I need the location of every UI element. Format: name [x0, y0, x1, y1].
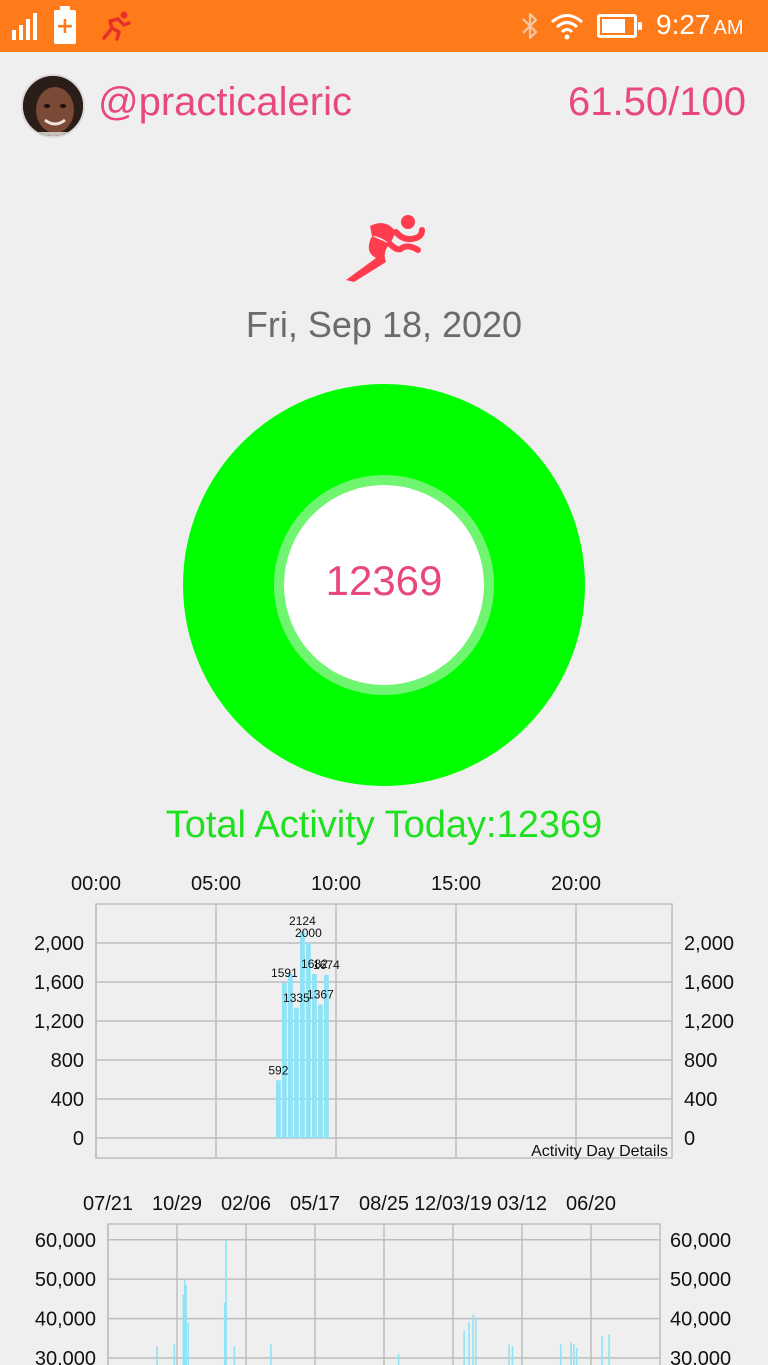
- x-tick-label: 15:00: [431, 873, 481, 895]
- activity-date: Fri, Sep 18, 2020: [245, 304, 523, 345]
- running-icon: [346, 215, 425, 282]
- running-app-icon: [102, 11, 131, 41]
- x-tick-label: 12/03/19: [414, 1193, 492, 1215]
- bar: [173, 1344, 176, 1365]
- bar-value-label: 1591: [271, 966, 298, 980]
- bar: [475, 1316, 477, 1365]
- bar: [508, 1344, 510, 1365]
- y-tick-label-left: 1,200: [34, 1011, 84, 1033]
- clock-time: 9:27: [656, 9, 711, 40]
- username[interactable]: @practicaleric: [98, 80, 352, 125]
- y-tick-label-left: 800: [51, 1050, 84, 1072]
- bar: [156, 1346, 158, 1365]
- y-tick-label-right: 0: [684, 1128, 695, 1150]
- signal-icon: [12, 13, 37, 40]
- bar: [187, 1322, 189, 1365]
- avatar-image: [23, 76, 83, 136]
- ring-center: 12369: [274, 475, 494, 695]
- status-bar: + 9:27 AM: [0, 0, 768, 52]
- bar: [183, 1279, 186, 1365]
- bar-value-label: 592: [268, 1063, 288, 1077]
- bar-value-label: 1367: [307, 988, 334, 1002]
- bar: [223, 1302, 226, 1365]
- ring-value: 12369: [325, 557, 443, 604]
- y-tick-label-left: 400: [51, 1089, 84, 1111]
- y-tick-label-right: 60,000: [670, 1230, 731, 1252]
- bar-value-label: 2000: [295, 926, 322, 940]
- total-activity-label: Total Activity Today:12369: [165, 804, 603, 846]
- bar-value-label: 1335: [283, 991, 310, 1005]
- bar: [397, 1354, 400, 1365]
- bar: [463, 1330, 465, 1365]
- clock-ampm: AM: [713, 17, 744, 39]
- bar: [472, 1314, 474, 1365]
- bar: [294, 1007, 299, 1138]
- bar: [575, 1348, 578, 1365]
- y-tick-label-right: 2,000: [684, 933, 734, 955]
- x-tick-label: 07/21: [83, 1193, 133, 1215]
- activity-ring: 12369: [183, 384, 585, 786]
- wifi-icon: [551, 14, 583, 40]
- bar: [601, 1336, 603, 1365]
- bar: [511, 1346, 514, 1365]
- history-chart-svg: 07/21 10/29 02/06 05/17 08/25 12/03/19 03/12 06…: [35, 1193, 731, 1365]
- history-activity-chart: 07/21 10/29 02/06 05/17 08/25 12/03/19 03/12 06…: [0, 1182, 768, 1365]
- x-tick-label: 10/29: [152, 1193, 202, 1215]
- x-tick-label: 06/20: [566, 1193, 616, 1215]
- y-tick-label-left: 50,000: [35, 1269, 96, 1291]
- y-tick-label-right: 800: [684, 1050, 717, 1072]
- y-tick-label-left: 30,000: [35, 1348, 96, 1365]
- battery-icon: [597, 14, 642, 38]
- x-tick-label: 00:00: [71, 873, 121, 895]
- bar: [233, 1346, 236, 1365]
- battery-charging-icon: +: [54, 6, 76, 44]
- y-tick-label-right: 40,000: [670, 1309, 731, 1331]
- chart-title: Activity Day Details: [531, 1143, 668, 1160]
- x-tick-label: 03/12: [497, 1193, 547, 1215]
- x-tick-label: 08/25: [359, 1193, 409, 1215]
- x-tick-label: 02/06: [221, 1193, 271, 1215]
- bar-value-label: 1674: [313, 958, 340, 972]
- bar: [608, 1334, 610, 1365]
- bar: [559, 1344, 562, 1365]
- bar: [468, 1322, 470, 1365]
- x-tick-label: 20:00: [551, 873, 601, 895]
- y-tick-label-right: 50,000: [670, 1269, 731, 1291]
- chart-frame: [95, 903, 673, 1159]
- bar: [270, 1344, 272, 1365]
- y-tick-label-left: 1,600: [34, 972, 84, 994]
- bar: [185, 1285, 187, 1365]
- x-tick-label: 10:00: [311, 873, 361, 895]
- score: 61.50/100: [568, 80, 746, 124]
- y-tick-label-right: 1,600: [684, 972, 734, 994]
- bluetooth-icon: [522, 12, 538, 40]
- y-tick-label-left: 2,000: [34, 933, 84, 955]
- y-tick-label-right: 400: [684, 1089, 717, 1111]
- bar: [282, 982, 287, 1138]
- y-tick-label-right: 30,000: [670, 1348, 731, 1365]
- y-tick-label-left: 40,000: [35, 1309, 96, 1331]
- bar: [306, 943, 311, 1138]
- y-tick-label-right: 1,200: [684, 1011, 734, 1033]
- bar: [276, 1080, 281, 1138]
- y-tick-label-left: 0: [73, 1128, 84, 1150]
- bar: [318, 1004, 323, 1138]
- bar: [225, 1239, 227, 1365]
- avatar[interactable]: [21, 74, 85, 138]
- bar: [573, 1344, 575, 1365]
- bar: [570, 1342, 572, 1365]
- day-activity-chart: 00:00 05:00 10:00 15:00 20:00 0 0 400 400 800 800 1…: [0, 862, 768, 1162]
- x-tick-label: 05/17: [290, 1193, 340, 1215]
- x-tick-label: 05:00: [191, 873, 241, 895]
- status-clock: 9:27 AM: [656, 9, 744, 41]
- y-tick-label-left: 60,000: [35, 1230, 96, 1252]
- day-chart-svg: 00:00 05:00 10:00 15:00 20:00 0 0 400 400 800 800 1…: [34, 873, 734, 1160]
- bar: [182, 1294, 185, 1365]
